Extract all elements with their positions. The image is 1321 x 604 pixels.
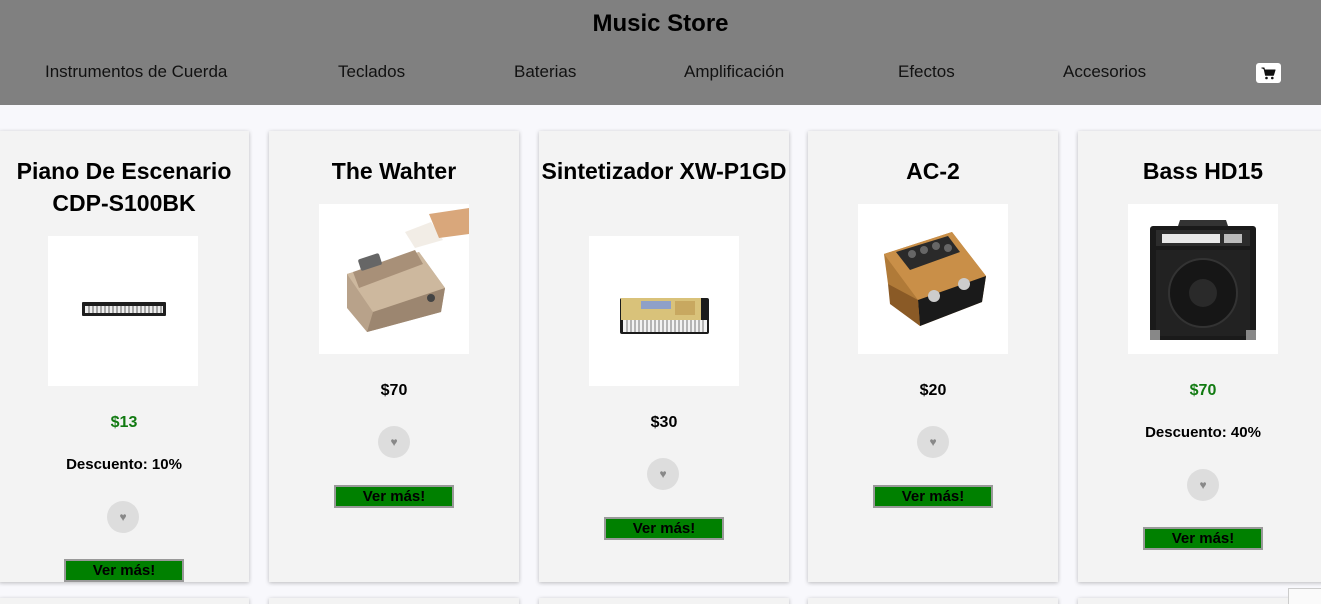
ver-mas-button[interactable]: Ver más! — [604, 517, 724, 540]
heart-icon: ♥ — [1199, 478, 1207, 492]
product-image[interactable] — [858, 204, 1008, 354]
cart-button[interactable] — [1256, 63, 1281, 83]
nav-item-baterias[interactable]: Baterias — [514, 62, 576, 82]
product-card — [808, 598, 1058, 604]
nav-item-efectos[interactable]: Efectos — [898, 62, 955, 82]
nav-item-amplificacion[interactable]: Amplificación — [684, 62, 784, 82]
heart-icon: ♥ — [659, 467, 667, 481]
product-card — [539, 598, 789, 604]
ver-mas-button[interactable]: Ver más! — [64, 559, 184, 582]
product-title: The Wahter — [331, 158, 457, 184]
product-image[interactable] — [48, 236, 198, 386]
favorite-button[interactable]: ♥ — [1187, 469, 1219, 501]
favorite-button[interactable]: ♥ — [378, 426, 410, 458]
heart-icon: ♥ — [119, 510, 127, 524]
product-card: AC-2 $20 ♥ Ver más! — [808, 131, 1058, 582]
product-card — [1078, 598, 1321, 604]
product-image[interactable] — [1128, 204, 1278, 354]
product-image[interactable] — [319, 204, 469, 354]
favorite-button[interactable]: ♥ — [917, 426, 949, 458]
product-card: Piano De Escenario CDP-S100BK $13 Descue… — [0, 131, 249, 582]
favorite-button[interactable]: ♥ — [107, 501, 139, 533]
stage-piano-image — [81, 297, 167, 324]
ver-mas-button[interactable]: Ver más! — [873, 485, 993, 508]
heart-icon: ♥ — [929, 435, 937, 449]
heart-icon: ♥ — [390, 435, 398, 449]
nav-item-accesorios[interactable]: Accesorios — [1063, 62, 1146, 82]
product-image[interactable] — [589, 236, 739, 386]
nav-item-teclados[interactable]: Teclados — [338, 62, 405, 82]
product-price: $20 — [919, 382, 947, 399]
wah-pedal-image — [347, 208, 469, 332]
product-card — [0, 598, 249, 604]
floating-widget[interactable] — [1288, 588, 1321, 604]
ver-mas-button[interactable]: Ver más! — [334, 485, 454, 508]
product-card: Bass HD15 $70 Descuento: 40% ♥ Ver más! — [1078, 131, 1321, 582]
product-discount: Descuento: 40% — [1145, 424, 1261, 441]
product-discount: Descuento: 10% — [66, 456, 182, 473]
favorite-button[interactable]: ♥ — [647, 458, 679, 490]
product-title: Bass HD15 — [1142, 158, 1264, 184]
product-price: $70 — [380, 382, 408, 399]
product-title: AC-2 — [906, 158, 960, 184]
bass-amp-image — [1150, 220, 1256, 340]
synthesizer-image — [620, 298, 709, 334]
product-price: $30 — [650, 414, 678, 431]
ver-mas-button[interactable]: Ver más! — [1143, 527, 1263, 550]
product-card — [269, 598, 519, 604]
nav-item-cuerda[interactable]: Instrumentos de Cuerda — [45, 62, 227, 82]
product-price: $13 — [110, 414, 138, 431]
effect-pedal-image — [884, 232, 986, 326]
product-title: Piano De Escenario CDP-S100BK — [16, 158, 232, 216]
cart-icon — [1261, 66, 1276, 79]
product-price: $70 — [1189, 382, 1217, 399]
store-title: Music Store — [592, 10, 729, 37]
site-header: Music Store Instrumentos de Cuerda Tecla… — [0, 0, 1321, 105]
product-card: Sintetizador XW-P1GD $30 ♥ Ver más! — [539, 131, 789, 582]
product-title: Sintetizador XW-P1GD — [541, 158, 787, 184]
product-card: The Wahter $70 ♥ Ver más! — [269, 131, 519, 582]
